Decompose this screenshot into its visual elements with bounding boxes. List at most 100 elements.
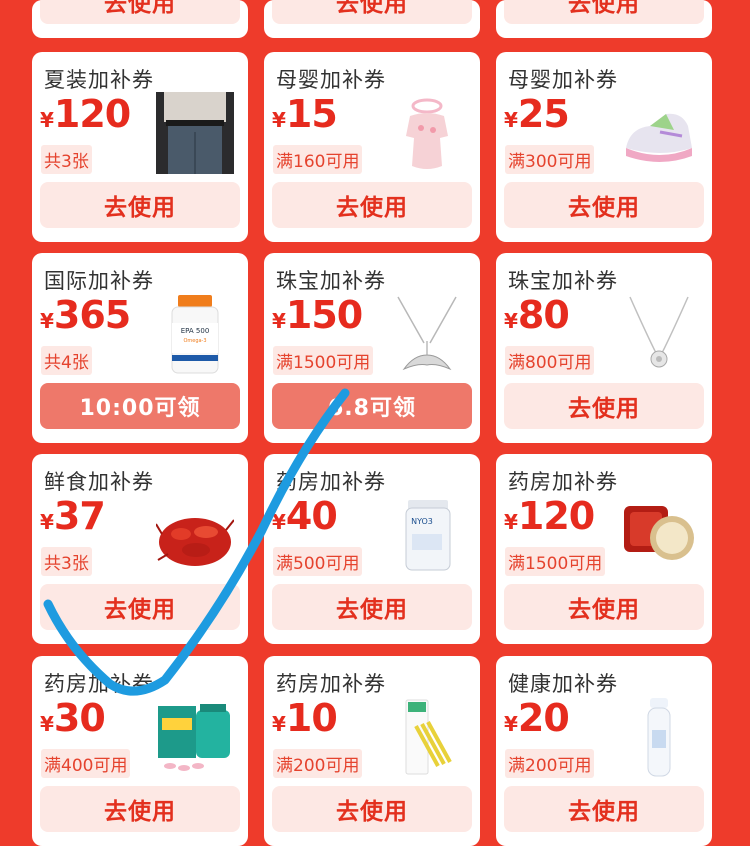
interdental-brushes-image	[388, 696, 466, 778]
coupon-amount: ¥120	[40, 92, 131, 136]
spray-bottle-image	[620, 696, 698, 778]
baby-romper-image	[388, 92, 466, 174]
coupon-condition-badge: 满800可用	[505, 346, 595, 375]
coupon-amount: ¥30	[40, 696, 106, 740]
use-button[interactable]: 去使用	[272, 786, 472, 832]
use-button[interactable]: 去使用	[504, 584, 704, 630]
use-button[interactable]: 去使用	[504, 786, 704, 832]
currency-symbol: ¥	[272, 712, 286, 736]
coupon-card: 母婴加补券 ¥15 满160可用 去使用	[264, 52, 480, 242]
coupon-title: 珠宝加补券	[276, 269, 386, 293]
coupon-condition-badge: 共3张	[41, 547, 92, 576]
crayfish-image	[155, 494, 235, 576]
coupon-amount: ¥120	[504, 494, 595, 538]
coupon-card-partial: 去使用	[264, 0, 480, 38]
coupon-amount: ¥15	[272, 92, 338, 136]
supplement-bottle-image: EPA 500 Omega-3	[156, 293, 234, 375]
coupon-title: 国际加补券	[44, 269, 154, 293]
svg-text:NYO3: NYO3	[411, 517, 433, 526]
amount-value: 30	[53, 696, 106, 740]
use-button[interactable]: 去使用	[504, 383, 704, 429]
amount-value: 150	[285, 293, 363, 337]
currency-symbol: ¥	[272, 309, 286, 333]
calcium-tablets-image	[156, 696, 234, 778]
coupon-condition-badge: 满200可用	[505, 749, 595, 778]
coupon-card: 药房加补券 ¥40 满500可用 NYO3 去使用	[264, 454, 480, 644]
use-button[interactable]: 去使用	[40, 0, 240, 24]
use-button[interactable]: 去使用	[272, 182, 472, 228]
amount-value: 37	[53, 494, 106, 538]
coupon-title: 药房加补券	[276, 672, 386, 696]
coupon-card: 夏装加补券 ¥120 共3张 去使用	[32, 52, 248, 242]
clothing-photo-image	[156, 92, 234, 174]
coupon-amount: ¥25	[504, 92, 570, 136]
use-button[interactable]: 去使用	[504, 0, 704, 24]
pendant-necklace-image	[620, 293, 698, 375]
coupon-title: 药房加补券	[276, 470, 386, 494]
coupon-condition-badge: 共4张	[41, 346, 92, 375]
coupon-card-partial: 去使用	[32, 0, 248, 38]
coupon-card-partial: 去使用	[496, 0, 712, 38]
coupon-card: 药房加补券 ¥30 满400可用 去使用	[32, 656, 248, 846]
amount-value: 25	[517, 92, 570, 136]
coupon-condition-badge: 满400可用	[41, 749, 131, 778]
amount-value: 80	[517, 293, 570, 337]
claim-timer-button[interactable]: 10:00可领	[40, 383, 240, 429]
use-button[interactable]: 去使用	[504, 182, 704, 228]
cosmetic-compact-image	[620, 494, 698, 576]
amount-value: 15	[285, 92, 338, 136]
use-button[interactable]: 去使用	[272, 0, 472, 24]
currency-symbol: ¥	[40, 108, 54, 132]
coupon-grid: 去使用 去使用 去使用 夏装加补券 ¥120 共3张 去使用 母婴加补券 ¥15 满160可用 去使…	[0, 0, 750, 846]
coupon-card: 珠宝加补券 ¥150 满1500可用 6.8可领	[264, 253, 480, 443]
coupon-title: 母婴加补券	[508, 68, 618, 92]
currency-symbol: ¥	[272, 108, 286, 132]
use-button[interactable]: 去使用	[40, 786, 240, 832]
use-button[interactable]: 去使用	[272, 584, 472, 630]
coupon-amount: ¥150	[272, 293, 363, 337]
coupon-title: 健康加补券	[508, 672, 618, 696]
coupon-card: 药房加补券 ¥10 满200可用 去使用	[264, 656, 480, 846]
amount-value: 365	[53, 293, 131, 337]
coupon-card: 母婴加补券 ¥25 满300可用 去使用	[496, 52, 712, 242]
coupon-condition-badge: 满200可用	[273, 749, 363, 778]
coupon-condition-badge: 满160可用	[273, 145, 363, 174]
coupon-card: 药房加补券 ¥120 满1500可用去使用	[496, 454, 712, 644]
amount-value: 40	[285, 494, 338, 538]
kids-sneaker-image	[620, 92, 698, 174]
amount-value: 120	[517, 494, 595, 538]
coupon-card: 国际加补券 ¥365 共4张 EPA 500 Omega-3 10:00可领	[32, 253, 248, 443]
coupon-amount: ¥20	[504, 696, 570, 740]
whale-tail-necklace-image	[388, 293, 466, 375]
amount-value: 120	[53, 92, 131, 136]
coupon-card: 珠宝加补券 ¥80 满800可用去使用	[496, 253, 712, 443]
claim-timer-button[interactable]: 6.8可领	[272, 383, 472, 429]
coupon-condition-badge: 满1500可用	[273, 346, 374, 375]
coupon-title: 夏装加补券	[44, 68, 154, 92]
coupon-amount: ¥10	[272, 696, 338, 740]
svg-text:Omega-3: Omega-3	[183, 338, 206, 344]
use-button[interactable]: 去使用	[40, 584, 240, 630]
coupon-condition-badge: 满500可用	[273, 547, 363, 576]
coupon-card: 健康加补券 ¥20 满200可用去使用	[496, 656, 712, 846]
amount-value: 10	[285, 696, 338, 740]
coupon-condition-badge: 满300可用	[505, 145, 595, 174]
coupon-title: 珠宝加补券	[508, 269, 618, 293]
fish-oil-jar-image: NYO3	[388, 494, 466, 576]
coupon-condition-badge: 共3张	[41, 145, 92, 174]
currency-symbol: ¥	[504, 108, 518, 132]
coupon-title: 母婴加补券	[276, 68, 386, 92]
coupon-amount: ¥365	[40, 293, 131, 337]
use-button[interactable]: 去使用	[40, 182, 240, 228]
coupon-title: 鲜食加补券	[44, 470, 154, 494]
currency-symbol: ¥	[40, 309, 54, 333]
coupon-title: 药房加补券	[508, 470, 618, 494]
currency-symbol: ¥	[40, 510, 54, 534]
coupon-amount: ¥40	[272, 494, 338, 538]
coupon-condition-badge: 满1500可用	[505, 547, 606, 576]
amount-value: 20	[517, 696, 570, 740]
svg-text:EPA 500: EPA 500	[181, 327, 210, 335]
currency-symbol: ¥	[272, 510, 286, 534]
coupon-amount: ¥80	[504, 293, 570, 337]
coupon-card: 鲜食加补券 ¥37 共3张去使用	[32, 454, 248, 644]
